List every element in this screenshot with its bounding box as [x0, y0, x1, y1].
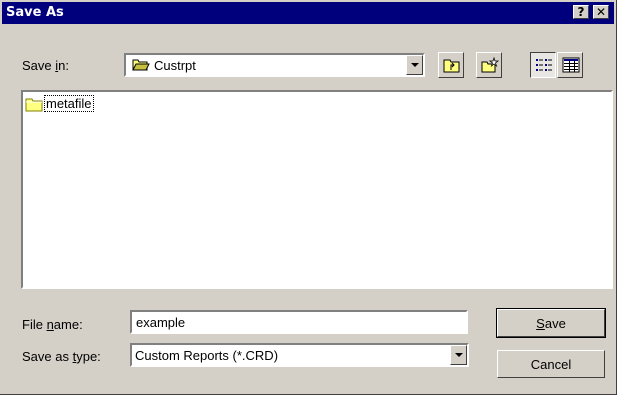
save-as-type-value: Custom Reports (*.CRD): [135, 348, 279, 363]
save-in-dropdown-arrow[interactable]: [406, 55, 423, 75]
file-name-input[interactable]: example: [130, 310, 468, 334]
details-view-icon: [562, 57, 580, 73]
list-item-label: metafile: [44, 95, 94, 112]
title-bar[interactable]: Save As ? ✕: [2, 2, 614, 24]
save-as-type-dropdown[interactable]: Custom Reports (*.CRD): [130, 343, 469, 367]
help-button[interactable]: ?: [573, 5, 589, 19]
file-name-value: example: [136, 315, 186, 330]
window-title: Save As: [6, 5, 64, 20]
file-list[interactable]: metafile: [21, 90, 613, 289]
up-folder-icon: [443, 59, 460, 73]
save-in-dropdown[interactable]: Custrpt: [124, 53, 425, 77]
up-one-level-button[interactable]: [438, 52, 464, 78]
new-folder-icon: [481, 57, 499, 73]
save-in-value: Custrpt: [154, 58, 196, 73]
save-as-type-label: Save as type:: [22, 349, 101, 364]
save-as-type-dropdown-arrow[interactable]: [450, 345, 467, 365]
list-view-button[interactable]: [530, 52, 556, 78]
save-button[interactable]: Save: [496, 308, 606, 338]
save-in-label: Save in:: [22, 58, 69, 73]
file-name-label: File name:: [22, 317, 83, 332]
save-button-label: Save: [536, 316, 566, 331]
close-button[interactable]: ✕: [593, 5, 609, 19]
folder-open-icon: [132, 59, 150, 71]
cancel-button[interactable]: Cancel: [497, 350, 605, 378]
cancel-button-label: Cancel: [530, 357, 572, 372]
folder-icon: [25, 98, 43, 112]
help-icon: ?: [577, 5, 585, 19]
close-icon: ✕: [595, 5, 607, 19]
save-as-dialog: Save As ? ✕ Save in: Custrpt metafile Fi…: [0, 0, 617, 395]
list-view-icon: [536, 59, 552, 71]
create-new-folder-button[interactable]: [476, 52, 502, 78]
details-view-button[interactable]: [557, 52, 583, 78]
